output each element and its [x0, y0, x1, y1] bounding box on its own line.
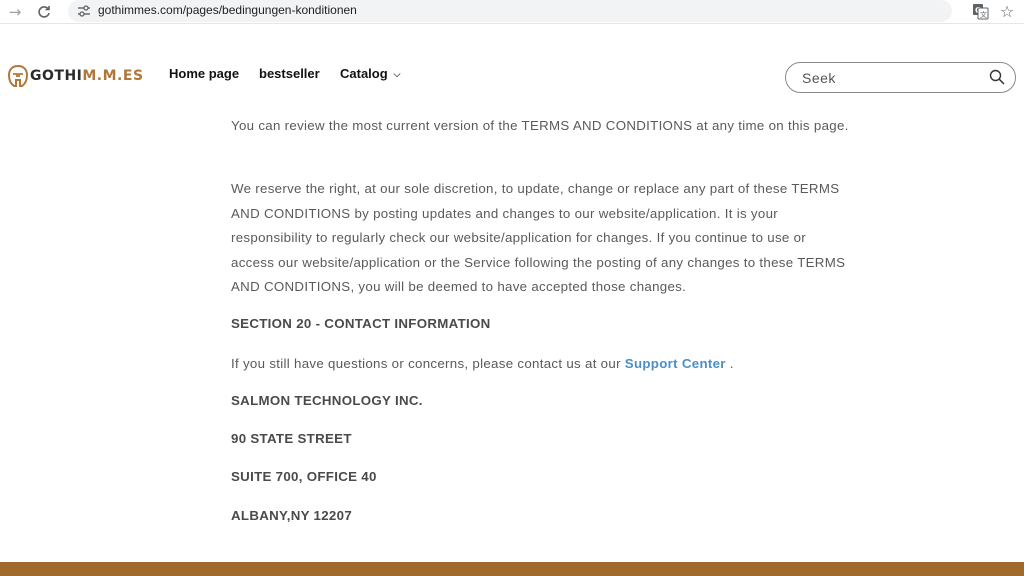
site-info-icon[interactable] — [76, 3, 92, 19]
address-suite: SUITE 700, OFFICE 40 — [231, 469, 377, 484]
nav-bestseller-label: bestseller — [259, 66, 320, 81]
search-icon[interactable] — [989, 69, 1005, 85]
terms-paragraph-review: You can review the most current version … — [231, 118, 849, 133]
section-heading: SECTION 20 - CONTACT INFORMATION — [231, 316, 491, 331]
translate-icon[interactable]: G 文 — [972, 3, 989, 20]
logo-text-part1: GOTHI — [30, 68, 83, 84]
browser-toolbar: → gothimmes.com/pages/bedingungen-kondit… — [0, 0, 1024, 24]
search-box[interactable] — [785, 62, 1016, 93]
address-city: ALBANY,NY 12207 — [231, 508, 353, 523]
contact-paragraph: If you still have questions or concerns,… — [231, 352, 851, 377]
back-arrow-icon[interactable]: → — [5, 2, 25, 22]
nav-home-label: Home page — [169, 66, 240, 81]
address-bar[interactable]: gothimmes.com/pages/bedingungen-konditio… — [68, 0, 952, 22]
url-text[interactable]: gothimmes.com/pages/bedingungen-konditio… — [98, 3, 357, 17]
site-header: GOTHIM.M.ES Home page bestseller Catalog… — [0, 24, 1024, 110]
bookmark-star-icon[interactable]: ☆ — [998, 1, 1016, 21]
reload-icon[interactable] — [34, 2, 54, 22]
nav-catalog[interactable]: Catalog ⌵ — [340, 66, 401, 86]
contact-text: If you still have questions or concerns,… — [231, 356, 625, 371]
search-input[interactable] — [802, 69, 972, 87]
helmet-logo-icon — [8, 65, 28, 87]
contact-end: . — [725, 356, 734, 371]
footer-bar — [0, 562, 1024, 576]
chevron-down-icon: ⌵ — [393, 70, 401, 80]
address-company: SALMON TECHNOLOGY INC. — [231, 393, 423, 408]
terms-paragraph-changes: We reserve the right, at our sole discre… — [231, 181, 846, 295]
support-center-link[interactable]: Support Center — [625, 356, 726, 371]
site-logo[interactable]: GOTHIM.M.ES — [8, 64, 144, 88]
nav-catalog-label: Catalog — [340, 66, 388, 81]
nav-bestseller[interactable]: bestseller — [259, 66, 320, 86]
logo-text-part2: M.M.ES — [82, 68, 144, 84]
address-street: 90 STATE STREET — [231, 431, 352, 446]
nav-home-page[interactable]: Home page — [169, 66, 239, 86]
svg-text:文: 文 — [980, 10, 987, 19]
logo-text: GOTHIM.M.ES — [30, 68, 144, 84]
